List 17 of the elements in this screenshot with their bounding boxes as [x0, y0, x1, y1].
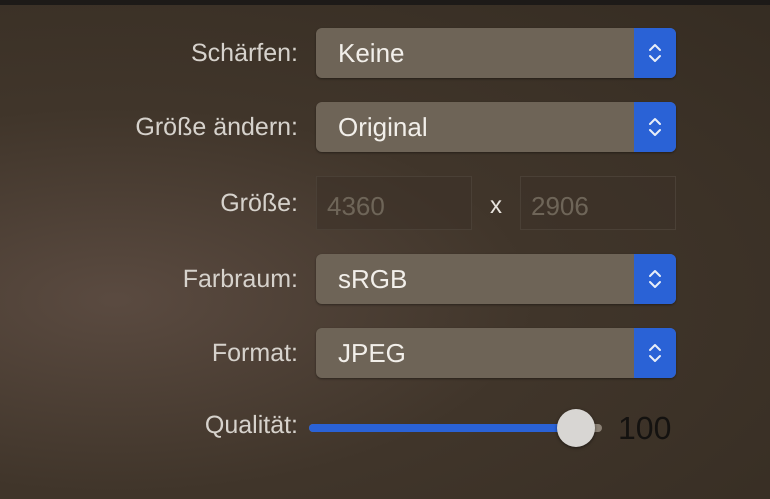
field-label: Größe: — [219, 188, 299, 218]
quality-slider[interactable] — [309, 409, 602, 447]
popup-button[interactable]: Original — [316, 102, 676, 152]
slider-thumb[interactable] — [556, 409, 595, 447]
field-label: Format: — [210, 338, 299, 368]
popup-button[interactable]: JPEG — [316, 328, 676, 378]
stepper-icon — [634, 102, 676, 152]
popup-button[interactable]: sRGB — [316, 254, 676, 304]
popup-button[interactable]: Keine — [316, 28, 676, 78]
field-label: Schärfen: — [190, 38, 299, 68]
field-label: Farbraum: — [182, 264, 299, 294]
times-sign: x — [489, 191, 503, 220]
field-label: Größe ändern: — [134, 112, 299, 142]
field-label: Qualität: — [204, 410, 299, 440]
stepper-icon — [634, 328, 676, 378]
stepper-icon — [634, 28, 676, 78]
stepper-icon — [634, 254, 676, 304]
